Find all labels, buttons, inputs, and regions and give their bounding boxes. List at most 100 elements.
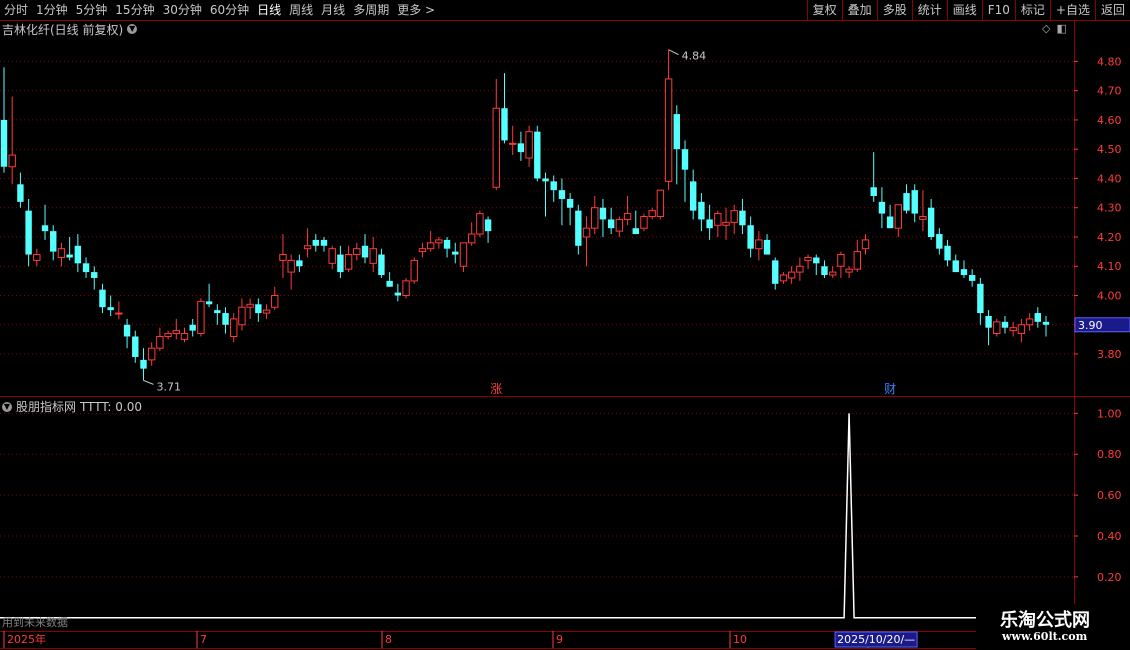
- period-tab-1[interactable]: 1分钟: [32, 0, 72, 20]
- candle-body: [632, 228, 639, 235]
- candle-body: [303, 245, 312, 250]
- candle: [33, 248, 41, 267]
- candle-body: [779, 274, 788, 282]
- candle-body: [57, 248, 66, 258]
- candle: [968, 269, 976, 287]
- price-tick-label: 4.10: [1097, 260, 1122, 273]
- toolbar-action-2[interactable]: 多股: [876, 0, 912, 20]
- chevron-down-icon[interactable]: ▼: [2, 401, 12, 412]
- window-toggle-icon[interactable]: ◧: [1056, 22, 1066, 35]
- candle-body: [443, 239, 451, 249]
- candle: [164, 330, 172, 340]
- toolbar-actions: 复权 叠加 多股 统计 画线 F10 标记 +自选 返回: [806, 0, 1130, 20]
- candle: [238, 298, 246, 331]
- candle-body: [575, 210, 582, 246]
- candle-body: [386, 280, 393, 287]
- candle-body: [82, 263, 90, 273]
- candle-body: [870, 187, 877, 197]
- period-tab-6[interactable]: 日线: [253, 0, 285, 20]
- candle: [911, 184, 918, 223]
- toolbar-action-8[interactable]: 返回: [1094, 0, 1130, 20]
- candle: [41, 204, 49, 240]
- candle: [147, 342, 156, 366]
- candle: [156, 327, 164, 352]
- candle: [607, 207, 615, 235]
- candle-body: [255, 304, 262, 314]
- candle-body: [755, 239, 763, 250]
- high-pointer: [668, 49, 679, 56]
- candle-body: [787, 271, 796, 279]
- period-tab-7[interactable]: 周线: [285, 0, 317, 20]
- period-tab-10[interactable]: 更多 >: [393, 0, 439, 20]
- toolbar-action-4[interactable]: 画线: [946, 0, 982, 20]
- candle: [894, 204, 903, 237]
- candle-body: [525, 131, 533, 159]
- candle: [664, 49, 673, 191]
- chart-canvas[interactable]: 3.80 3.90 4.00 4.10 4.20 4.30 4.40 4.50 4.60 4.70…: [0, 0, 1130, 650]
- toolbar-action-0[interactable]: 复权: [806, 0, 842, 20]
- toolbar-action-6[interactable]: 标记: [1014, 0, 1050, 20]
- candle: [1025, 313, 1034, 331]
- candle-body: [418, 248, 427, 253]
- candle-body: [607, 219, 615, 229]
- candle: [656, 189, 665, 220]
- candle: [230, 313, 238, 343]
- candle: [467, 222, 476, 246]
- candle: [303, 228, 312, 258]
- candle-body: [1025, 318, 1034, 326]
- candle-body: [452, 251, 459, 255]
- candle: [977, 277, 984, 325]
- period-tab-9[interactable]: 多周期: [349, 0, 393, 20]
- period-tab-2[interactable]: 5分钟: [72, 0, 112, 20]
- candle-body: [722, 221, 730, 226]
- candle: [508, 125, 517, 156]
- candle-body: [648, 210, 656, 217]
- candle: [172, 318, 180, 340]
- toolbar-action-3[interactable]: 统计: [911, 0, 947, 20]
- candle: [459, 242, 468, 273]
- candle: [262, 304, 271, 319]
- candle: [985, 310, 992, 346]
- candle-body: [542, 178, 549, 182]
- price-tick-label: 4.50: [1097, 143, 1122, 156]
- candle-body: [903, 193, 910, 211]
- period-tab-8[interactable]: 月线: [317, 0, 349, 20]
- candle: [296, 254, 303, 273]
- low-pointer: [143, 379, 154, 385]
- time-tick-label: 7: [200, 633, 207, 646]
- candle: [787, 266, 796, 284]
- candle-body: [936, 234, 943, 249]
- chevron-down-icon[interactable]: ▼: [127, 24, 138, 34]
- period-tab-3[interactable]: 15分钟: [111, 0, 158, 20]
- candle: [57, 242, 66, 267]
- period-tab-0[interactable]: 分时: [0, 0, 32, 20]
- candle-body: [66, 254, 73, 258]
- candle-body: [763, 239, 771, 255]
- price-tick-label: 3.80: [1097, 348, 1122, 361]
- period-tab-5[interactable]: 60分钟: [206, 0, 253, 20]
- candle: [804, 254, 812, 270]
- toolbar-action-1[interactable]: 叠加: [841, 0, 877, 20]
- candle-body: [977, 283, 984, 314]
- candle-body: [730, 210, 738, 223]
- candle: [779, 272, 788, 284]
- candle: [492, 78, 500, 191]
- candle-body: [33, 254, 41, 261]
- candle: [25, 198, 32, 267]
- candle-body: [894, 204, 903, 229]
- toolbar-action-5[interactable]: F10: [981, 0, 1015, 20]
- candle: [180, 327, 189, 343]
- candle: [853, 239, 861, 273]
- candle-body: [968, 275, 976, 281]
- period-tab-4[interactable]: 30分钟: [159, 0, 206, 20]
- toolbar-action-7[interactable]: +自选: [1049, 0, 1095, 20]
- candle: [328, 245, 336, 270]
- candle-body: [296, 260, 303, 267]
- candle-body: [140, 359, 147, 369]
- candle-series: [0, 49, 1050, 381]
- candle: [919, 190, 927, 232]
- candle: [886, 204, 894, 229]
- watermark-name: 乐淘公式网: [1000, 610, 1090, 631]
- candle: [66, 236, 73, 261]
- diamond-icon[interactable]: ◇: [1042, 22, 1050, 35]
